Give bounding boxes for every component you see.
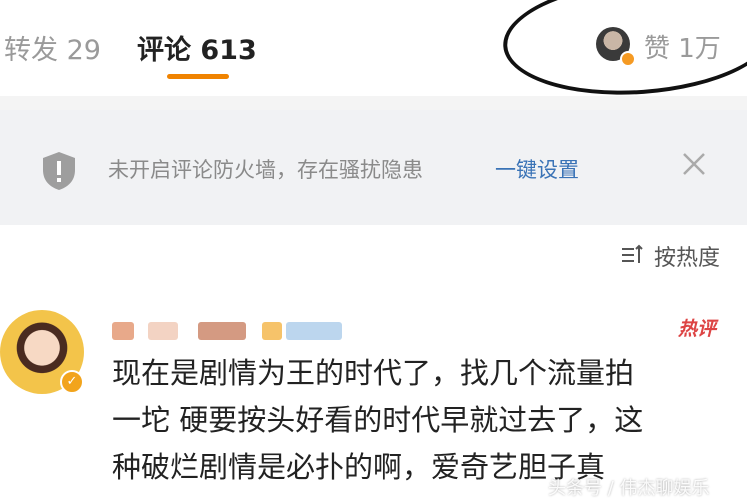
sort-icon — [622, 244, 643, 263]
blurred-name-block — [112, 322, 134, 340]
comment-firewall-banner: 未开启评论防火墙，存在骚扰隐患 一键设置 — [0, 110, 747, 225]
blurred-name-block — [148, 322, 178, 340]
watermark: 头条号 / 伟杰聊娱乐 — [548, 478, 710, 499]
comment-line: 一坨 硬要按头好看的时代早就过去了，这 — [112, 403, 644, 437]
shield-icon — [43, 152, 75, 190]
tab-active-indicator — [167, 74, 229, 79]
verified-badge-icon: ✓ — [60, 370, 84, 394]
tab-comment[interactable]: 评论 613 — [137, 28, 257, 67]
blurred-name-block — [286, 322, 342, 340]
section-divider — [0, 96, 747, 110]
comment-text: 现在是剧情为王的时代了，找几个流量拍 一坨 硬要按头好看的时代早就过去了，这 种… — [112, 350, 742, 491]
sort-label: 按热度 — [654, 246, 721, 271]
firewall-warning-text: 未开启评论防火墙，存在骚扰隐患 — [108, 158, 423, 182]
tab-repost[interactable]: 转发 29 — [4, 28, 101, 67]
hot-comment-badge: 热评 — [678, 318, 717, 340]
close-icon[interactable] — [680, 150, 708, 178]
comment-item: ✓ 热评 现在是剧情为王的时代了，找几个流量拍 一坨 硬要按头好看的时代早就过去… — [0, 300, 747, 502]
comment-tabs-bar: 转发 29 评论 613 赞 1万 — [0, 0, 747, 104]
blurred-name-block — [198, 322, 246, 340]
one-click-setup-link[interactable]: 一键设置 — [495, 154, 579, 184]
blurred-name-block — [262, 322, 282, 340]
hand-drawn-circle-annotation — [499, 0, 747, 104]
comment-line: 现在是剧情为王的时代了，找几个流量拍 — [112, 356, 635, 390]
